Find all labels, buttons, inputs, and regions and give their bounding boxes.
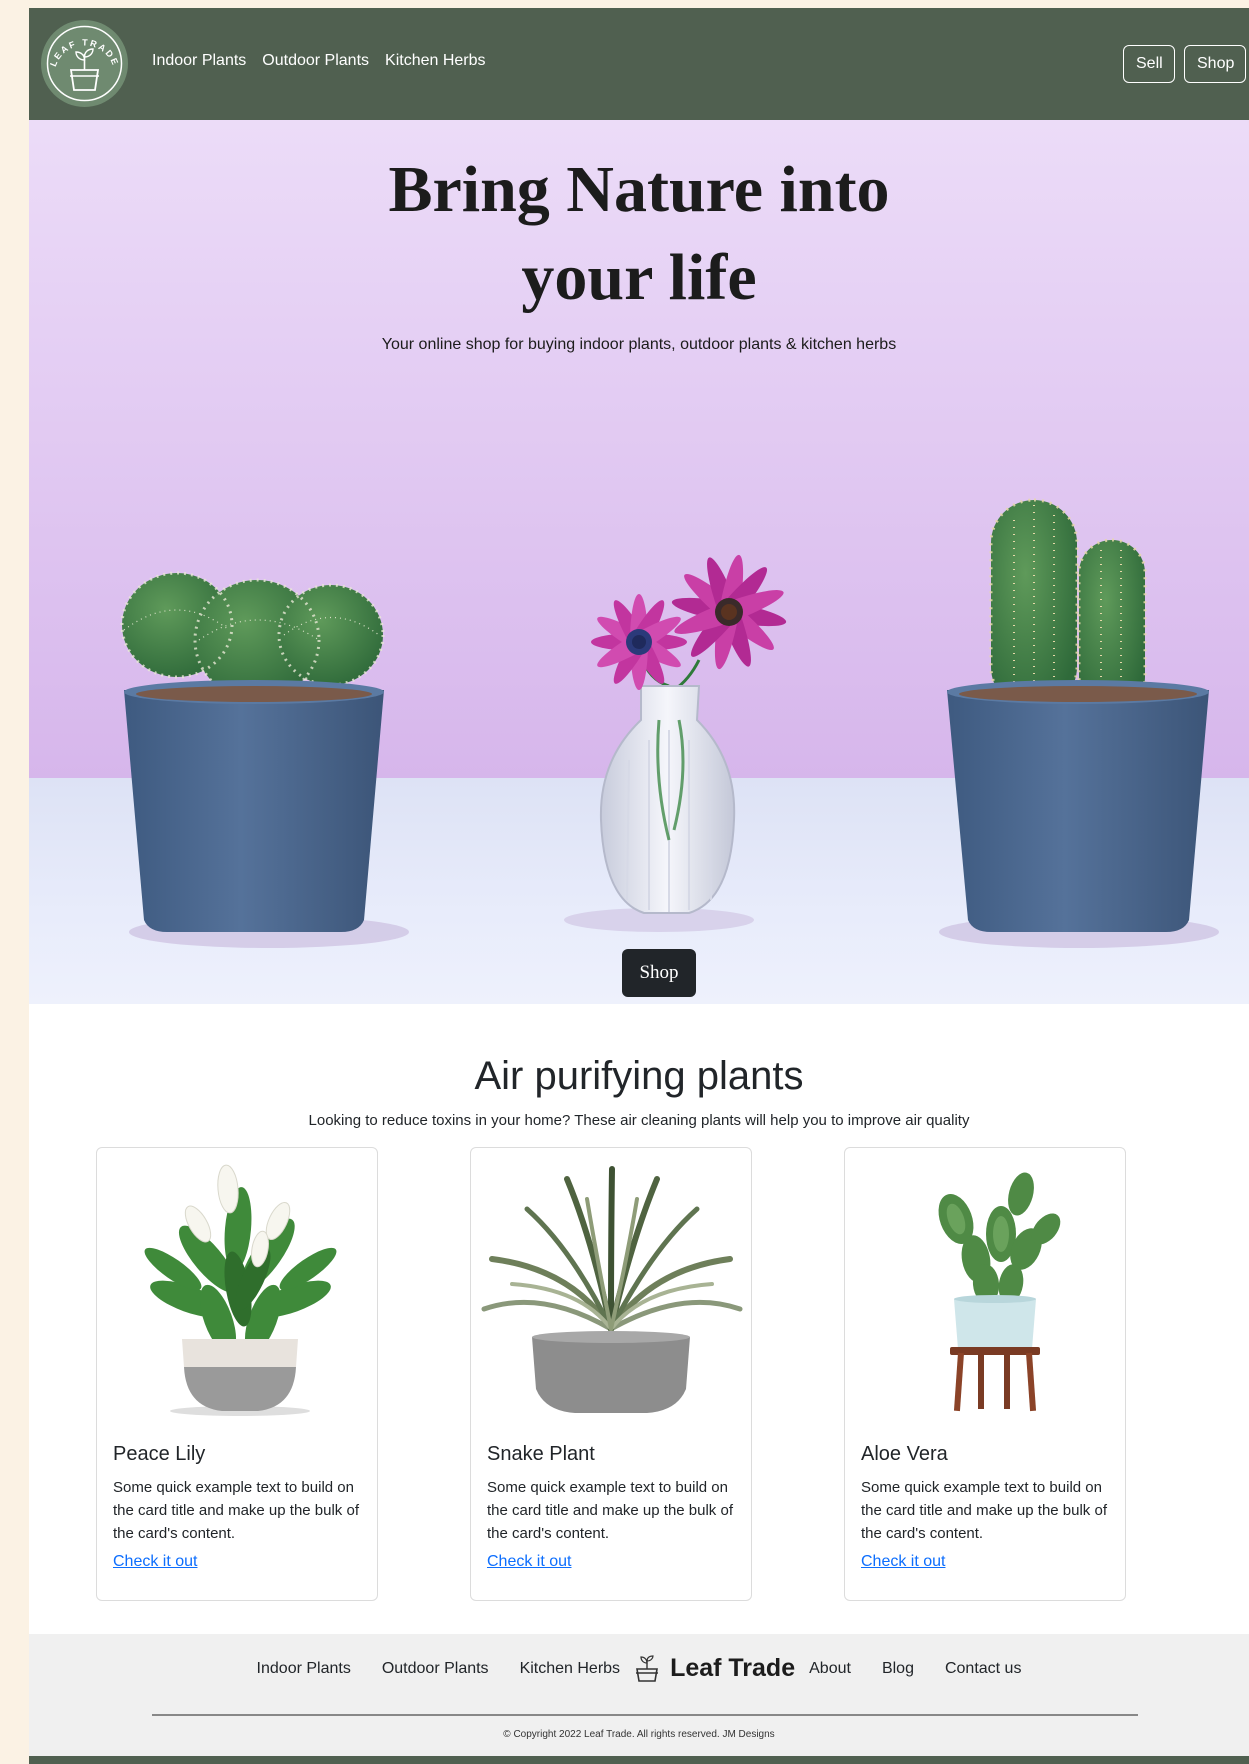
hero-shop-button[interactable]: Shop — [622, 949, 696, 997]
right-cactus — [989, 498, 1147, 712]
footer-link-blog[interactable]: Blog — [882, 1660, 914, 1678]
card-image — [846, 1149, 1124, 1423]
footer-link-outdoor-plants[interactable]: Outdoor Plants — [382, 1660, 489, 1678]
peace-lily-image — [144, 1164, 337, 1416]
copyright-text: © Copyright 2022 Leaf Trade. All rights … — [503, 1729, 775, 1740]
footer-link-about[interactable]: About — [809, 1660, 851, 1678]
footer-brand[interactable]: Leaf Trade — [634, 1654, 795, 1683]
section-subtitle: Looking to reduce toxins in your home? T… — [308, 1112, 970, 1129]
card-text: Some quick example text to build on the … — [861, 1479, 1107, 1542]
shop-button[interactable]: Shop — [1184, 45, 1246, 83]
check-it-out-link[interactable]: Check it out — [487, 1553, 571, 1571]
hero-title: Bring Nature into your life — [29, 146, 1249, 322]
product-card-aloe-vera: Aloe Vera Some quick example text to bui… — [844, 1147, 1126, 1601]
hero-title-line-2: your life — [521, 241, 757, 314]
aloe-vera-image — [938, 1172, 1061, 1412]
nav-link-kitchen-herbs[interactable]: Kitchen Herbs — [385, 52, 486, 70]
purple-daisy-right — [671, 554, 787, 670]
plant-pot-icon — [636, 1654, 659, 1682]
leaf-trade-logo[interactable]: LEAF TRADE — [41, 20, 128, 107]
flower-vase — [599, 655, 736, 914]
card-image — [98, 1149, 376, 1423]
product-card-peace-lily: Peace Lily Some quick example text to bu… — [96, 1147, 378, 1601]
footer: Indoor Plants Outdoor Plants Kitchen Her… — [29, 1634, 1249, 1756]
card-title: Aloe Vera — [861, 1443, 948, 1465]
nav-link-outdoor-plants[interactable]: Outdoor Plants — [262, 52, 369, 70]
snake-plant-image — [481, 1166, 743, 1413]
nav-link-indoor-plants[interactable]: Indoor Plants — [152, 52, 246, 70]
sell-button[interactable]: Sell — [1123, 45, 1175, 83]
footer-divider — [152, 1714, 1138, 1716]
section-title: Air purifying plants — [474, 1054, 804, 1098]
main-nav: Indoor Plants Outdoor Plants Kitchen Her… — [152, 52, 486, 70]
hero-subtitle: Your online shop for buying indoor plant… — [381, 336, 897, 353]
check-it-out-link[interactable]: Check it out — [861, 1553, 945, 1571]
card-title: Snake Plant — [487, 1443, 595, 1465]
card-title: Peace Lily — [113, 1443, 206, 1465]
card-image — [472, 1149, 750, 1423]
footer-nav: Indoor Plants Outdoor Plants Kitchen Her… — [29, 1654, 1249, 1683]
navbar: LEAF TRADE Indoor Plants Outdoor Plants … — [29, 8, 1249, 120]
card-text: Some quick example text to build on the … — [113, 1479, 359, 1542]
product-card-snake-plant: Snake Plant Some quick example text to b… — [470, 1147, 752, 1601]
footer-link-kitchen-herbs[interactable]: Kitchen Herbs — [520, 1660, 621, 1678]
footer-brand-name: Leaf Trade — [670, 1654, 796, 1682]
footer-link-contact-us[interactable]: Contact us — [945, 1660, 1021, 1678]
footer-bottom-bar — [29, 1756, 1249, 1764]
footer-link-indoor-plants[interactable]: Indoor Plants — [257, 1660, 351, 1678]
card-text: Some quick example text to build on the … — [487, 1479, 733, 1542]
right-pot — [947, 680, 1209, 932]
hero-banner: Bring Nature into your life Your online … — [29, 120, 1249, 1004]
left-pot — [124, 680, 384, 932]
hero-title-line-1: Bring Nature into — [388, 153, 890, 226]
check-it-out-link[interactable]: Check it out — [113, 1553, 197, 1571]
page: LEAF TRADE Indoor Plants Outdoor Plants … — [29, 8, 1249, 1764]
purple-daisy-left — [591, 594, 687, 690]
plant-pot-icon: LEAF TRADE — [46, 25, 123, 102]
